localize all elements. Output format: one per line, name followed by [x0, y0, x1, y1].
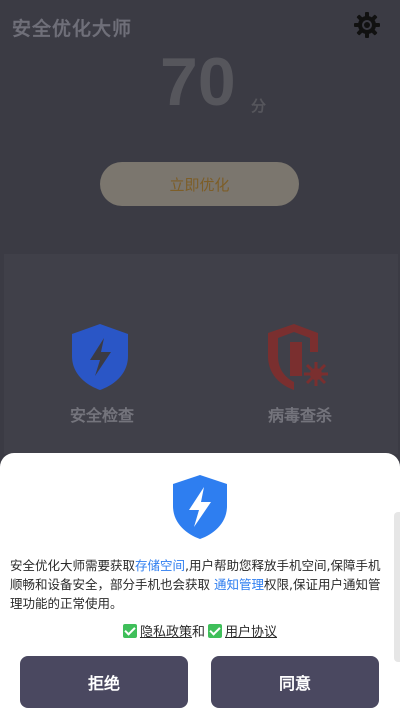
features-panel: 安全检查 病毒查杀 — [4, 254, 398, 454]
permission-dialog: 安全优化大师需要获取存储空间,用户帮助您释放手机空间,保障手机顺畅和设备安全，部… — [0, 453, 400, 710]
feature-label-security[interactable]: 安全检查 — [42, 402, 162, 426]
privacy-checkbox[interactable] — [122, 623, 137, 638]
score-unit: 分 — [251, 97, 267, 115]
optimize-button[interactable]: 立即优化 — [100, 162, 299, 206]
privacy-policy-link[interactable]: 隐私政策 — [140, 621, 192, 640]
edge-handle[interactable] — [394, 512, 400, 662]
dialog-text-part1: 安全优化大师需要获取 — [10, 558, 136, 573]
shield-lightning-icon — [173, 475, 227, 539]
app-title: 安全优化大师 — [12, 18, 133, 40]
feature-label-virus[interactable]: 病毒查杀 — [240, 402, 360, 426]
gear-icon[interactable] — [352, 10, 382, 40]
storage-link[interactable]: 存储空间 — [135, 558, 185, 573]
optimize-button-label: 立即优化 — [169, 175, 230, 194]
notification-link[interactable]: 通知管理 — [214, 577, 264, 592]
and-text: 和 — [191, 625, 205, 640]
shield-virus-icon[interactable] — [266, 322, 332, 392]
accept-button-label: 同意 — [278, 674, 311, 693]
agreement-row: 隐私政策 和 用户协议 — [0, 621, 400, 640]
agreement-checkbox[interactable] — [208, 623, 222, 638]
user-agreement-link[interactable]: 用户协议 — [225, 621, 277, 640]
reject-button-label: 拒绝 — [87, 674, 120, 693]
score-value: 70 — [160, 44, 236, 120]
dialog-message: 安全优化大师需要获取存储空间,用户帮助您释放手机空间,保障手机顺畅和设备安全，部… — [10, 556, 392, 613]
reject-button[interactable]: 拒绝 — [20, 656, 188, 708]
accept-button[interactable]: 同意 — [211, 656, 379, 708]
shield-lightning-icon[interactable] — [68, 322, 132, 392]
